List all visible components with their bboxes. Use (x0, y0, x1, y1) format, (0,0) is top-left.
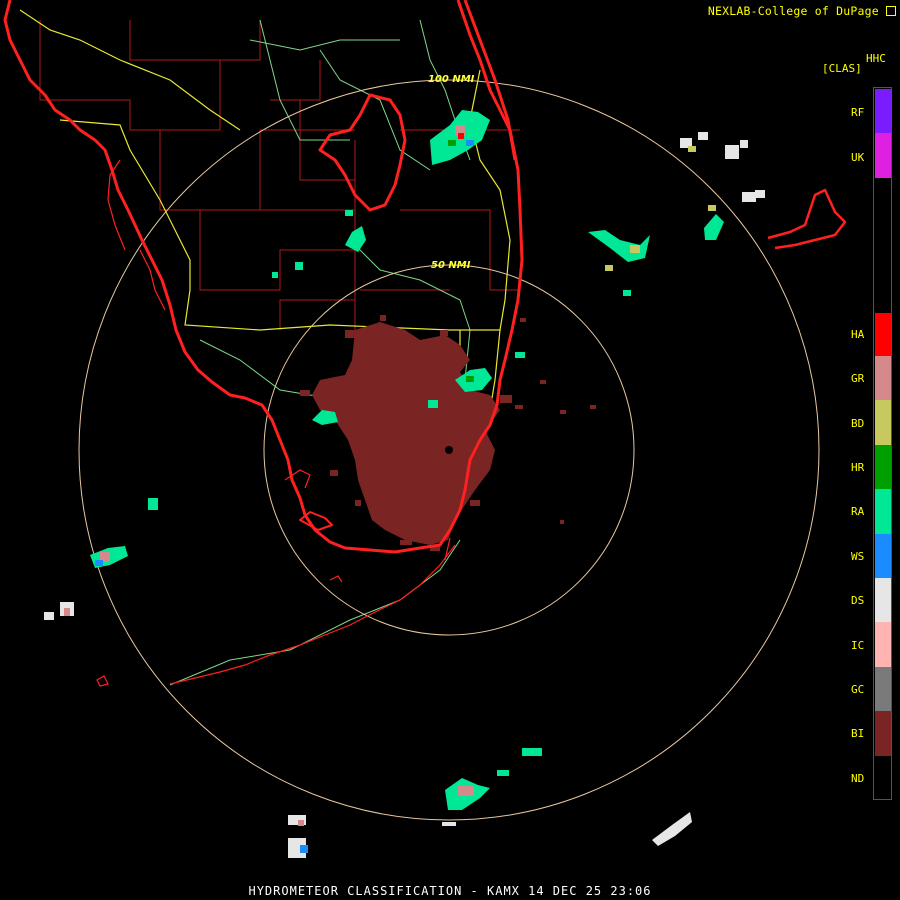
swatch-hr (875, 445, 891, 489)
export-icon[interactable] (886, 6, 896, 16)
swatch-uk (875, 133, 891, 178)
legend-label-hr: HR (851, 461, 865, 474)
swatch-gr (875, 356, 891, 400)
legend-label-ws: WS (851, 550, 865, 563)
radar-viewer: 100 NMI 50 NMI NEXLAB-College of DuPage … (0, 0, 900, 900)
legend-label-gc: GC (851, 683, 865, 696)
ring-label-100: 100 NMI (428, 74, 475, 85)
credit-text: NEXLAB-College of DuPage (707, 4, 879, 18)
ring-label-50: 50 NMI (431, 260, 471, 271)
product-code: HHC (866, 52, 886, 65)
legend-label-uk: UK (851, 151, 865, 164)
legend-units: [CLAS] (822, 62, 862, 75)
legend-label-ds: DS (851, 594, 865, 607)
swatch-ds (875, 578, 891, 622)
legend-color-bar (873, 87, 892, 800)
swatch-ha (875, 313, 891, 356)
swatch-bd (875, 400, 891, 445)
legend-label-ha: HA (851, 328, 865, 341)
swatch-ws (875, 534, 891, 578)
radar-site (445, 446, 453, 454)
bi-echo-area (312, 322, 500, 545)
legend-label-bd: BD (851, 417, 865, 430)
swatch-ra (875, 489, 891, 534)
radar-map: 100 NMI 50 NMI (3, 0, 847, 858)
swatch-gc (875, 667, 891, 711)
swatch-rf (875, 89, 891, 133)
legend-label-nd: ND (851, 772, 865, 785)
product-title: HYDROMETEOR CLASSIFICATION - KAMX 14 DEC… (248, 884, 652, 898)
legend-label-gr: GR (851, 372, 865, 385)
legend-label-bi: BI (851, 727, 865, 740)
legend-label-ic: IC (851, 639, 865, 652)
legend-label-ra: RA (851, 505, 865, 518)
credit-label: NEXLAB-College of DuPage (708, 4, 896, 18)
legend-label-rf: RF (851, 106, 865, 119)
swatch-bi (875, 711, 891, 756)
swatch-ic (875, 622, 891, 667)
